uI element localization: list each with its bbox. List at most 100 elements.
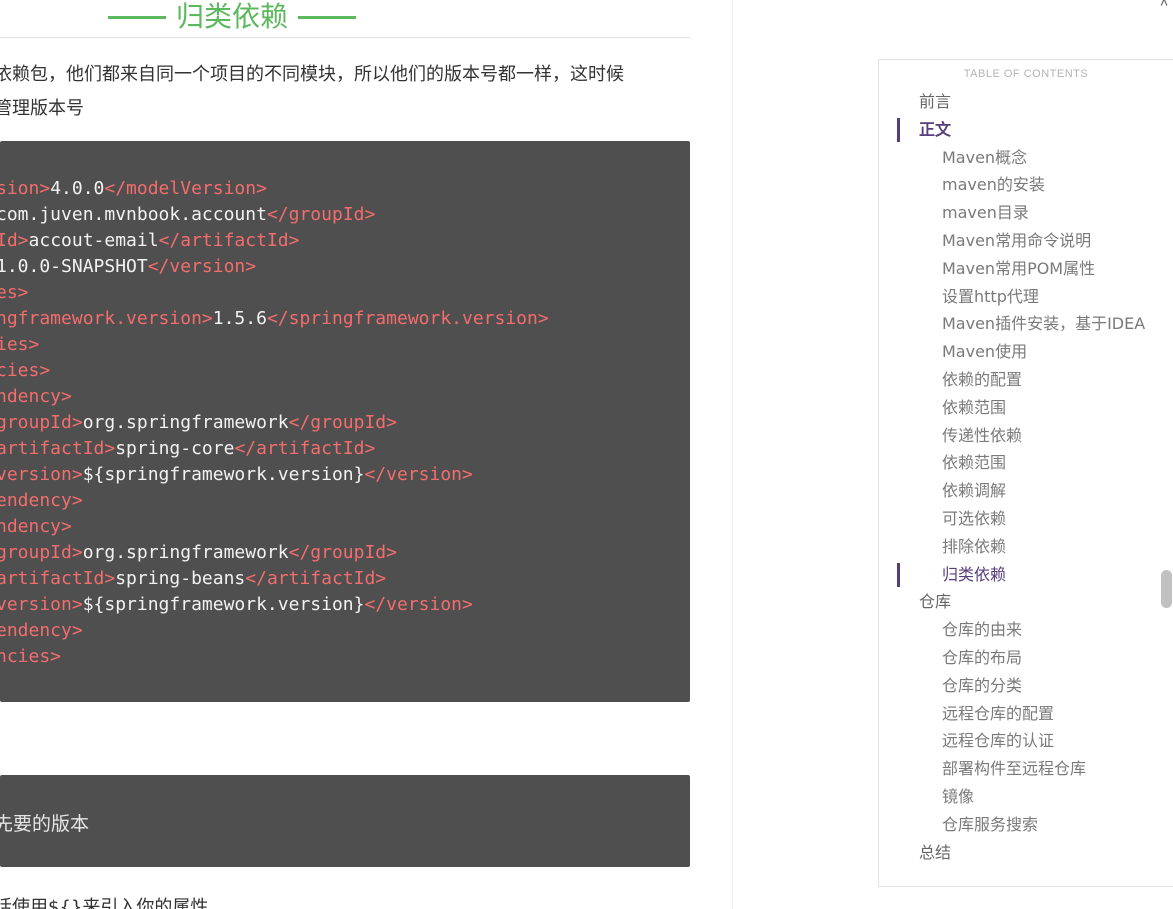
toc-item-label: 依赖的配置 (942, 369, 1023, 389)
xml-tag: version> (0, 464, 83, 485)
toc-item[interactable]: 远程仓库的配置 (879, 700, 1173, 728)
toc-item-label: 部署构件至远程仓库 (942, 759, 1087, 779)
toc-item[interactable]: 远程仓库的认证 (879, 727, 1173, 755)
toc-item-label: 可选依赖 (942, 508, 1007, 528)
toc-item[interactable]: 可选依赖 (879, 505, 1173, 533)
toc-item[interactable]: 排除依赖 (879, 533, 1173, 561)
code-line: groupId>org.springframework</groupId> (0, 410, 549, 436)
xml-tag: </groupId> (288, 412, 397, 433)
toc-item[interactable]: 仓库的由来 (879, 616, 1173, 644)
xml-value: ${springframework.version} (82, 594, 365, 615)
chevron-up-icon[interactable]: ˄ (1160, 0, 1168, 10)
xml-tag: ies> (0, 334, 40, 355)
toc-item-label: 设置http代理 (942, 286, 1039, 306)
xml-tag: </groupId> (288, 542, 397, 563)
xml-tag: ndency> (0, 386, 72, 407)
code-line: cies> (0, 358, 549, 384)
code-lines: sion>4.0.0</modelVersion> com.juven.mvnbo… (0, 176, 549, 670)
xml-tag: </artifactId> (158, 230, 300, 251)
toc-item-label: Maven插件安装，基于IDEA (942, 314, 1146, 334)
toc-item[interactable]: 传递性依赖 (879, 422, 1173, 450)
toc-item[interactable]: 镜像 (879, 783, 1173, 811)
toc-item-label: 仓库的分类 (942, 675, 1023, 695)
toc-item[interactable]: 仓库 (879, 588, 1173, 616)
toc-item[interactable]: Maven使用 (879, 338, 1173, 366)
toc-item-label: 仓库 (919, 592, 952, 612)
code-line: ngframework.version>1.5.6</springframewo… (0, 306, 549, 332)
xml-tag: es> (0, 282, 29, 303)
toc-item[interactable]: 仓库的分类 (879, 672, 1173, 700)
toc-item[interactable]: 设置http代理 (879, 283, 1173, 311)
xml-tag: ndency> (0, 516, 72, 537)
toc-list: 前言正文 Maven概念 maven的安装 maven目录 Maven常用命令说明 Mav… (879, 88, 1173, 866)
toc-item[interactable]: Maven常用命令说明 (879, 227, 1173, 255)
xml-tag: artifactId> (0, 438, 116, 459)
toc-active-marker (897, 117, 900, 142)
toc-item-label: Maven常用POM属性 (942, 258, 1096, 278)
xml-tag: groupId> (0, 542, 83, 563)
toc-item[interactable]: 依赖调解 (879, 477, 1173, 505)
xml-tag: ncies> (0, 646, 62, 667)
toc-item[interactable]: maven目录 (879, 199, 1173, 227)
xml-tag: groupId> (0, 412, 83, 433)
toc-item[interactable]: 依赖范围 (879, 449, 1173, 477)
toc-item[interactable]: 依赖的配置 (879, 366, 1173, 394)
toc-item-label: 仓库的布局 (942, 647, 1023, 667)
scrollbar-thumb[interactable] (1161, 570, 1172, 608)
column-divider (732, 0, 733, 909)
xml-tag: </artifactId> (245, 568, 387, 589)
toc-item[interactable]: 总结 (879, 839, 1173, 867)
toc-item-label: 仓库服务搜索 (942, 814, 1039, 834)
toc-item-label: maven目录 (942, 203, 1029, 223)
code-line: artifactId>spring-beans</artifactId> (0, 566, 549, 592)
xml-value: ${springframework.version} (82, 464, 365, 485)
toc-item[interactable]: 前言 (879, 88, 1173, 116)
toc-item-label: 总结 (919, 842, 952, 862)
toc-item-label: 排除依赖 (942, 536, 1007, 556)
toc-item-label: 前言 (919, 92, 952, 111)
code-block-2-text: 先要的版本 (0, 813, 90, 835)
code-line: com.juven.mvnbook.account</groupId> (0, 202, 549, 228)
toc-item[interactable]: Maven插件安装，基于IDEA (879, 310, 1173, 338)
xml-value: com.juven.mvnbook.account (0, 204, 267, 225)
code-line: sion>4.0.0</modelVersion> (0, 176, 549, 202)
xml-tag: Id> (0, 230, 29, 251)
code-line: 1.0.0-SNAPSHOT</version> (0, 254, 549, 280)
xml-value: spring-beans (115, 568, 246, 589)
toc-item-label: 归类依赖 (942, 564, 1007, 584)
toc-item[interactable]: Maven常用POM属性 (879, 255, 1173, 283)
toc-item[interactable]: 部署构件至远程仓库 (879, 755, 1173, 783)
xml-value: 4.0.0 (50, 178, 105, 199)
xml-tag: cies> (0, 360, 51, 381)
code-line: ndency> (0, 514, 549, 540)
xml-tag: </springframework.version> (266, 308, 549, 329)
xml-tag: </artifactId> (234, 438, 376, 459)
section-heading: 归类依赖 (108, 0, 357, 34)
code-line: endency> (0, 618, 549, 644)
xml-tag: ngframework.version> (0, 308, 213, 329)
toc-item[interactable]: maven的安装 (879, 171, 1173, 199)
code-line: groupId>org.springframework</groupId> (0, 540, 549, 566)
intro-paragraph: 依赖包，他们都来自同一个项目的不同模块，所以他们的版本号都一样，这时候 管理版本… (0, 58, 694, 126)
xml-tag: </version> (147, 256, 257, 277)
toc-active-marker (897, 562, 900, 587)
code-line: version>${springframework.version}</vers… (0, 462, 549, 488)
xml-value: org.springframework (82, 542, 289, 563)
toc-item[interactable]: 仓库服务搜索 (879, 811, 1173, 839)
xml-value: accout-email (28, 230, 159, 251)
toc-item-label: maven的安装 (942, 175, 1045, 195)
xml-value: spring-core (115, 438, 235, 459)
toc-item-label: Maven使用 (942, 342, 1028, 362)
code-line: version>${springframework.version}</vers… (0, 592, 549, 618)
toc-item[interactable]: 正文 (879, 116, 1173, 144)
toc-item[interactable]: Maven概念 (879, 144, 1173, 172)
paragraph-line: 管理版本号 (0, 98, 84, 119)
toc-item-label: 正文 (919, 119, 952, 139)
toc-item[interactable]: 依赖范围 (879, 394, 1173, 422)
toc-item-label: Maven概念 (942, 147, 1028, 167)
code-line: ndency> (0, 384, 549, 410)
toc-item[interactable]: 归类依赖 (879, 561, 1173, 589)
code-line: ncies> (0, 644, 549, 670)
toc-item[interactable]: 仓库的布局 (879, 644, 1173, 672)
code-line: ies> (0, 332, 549, 358)
